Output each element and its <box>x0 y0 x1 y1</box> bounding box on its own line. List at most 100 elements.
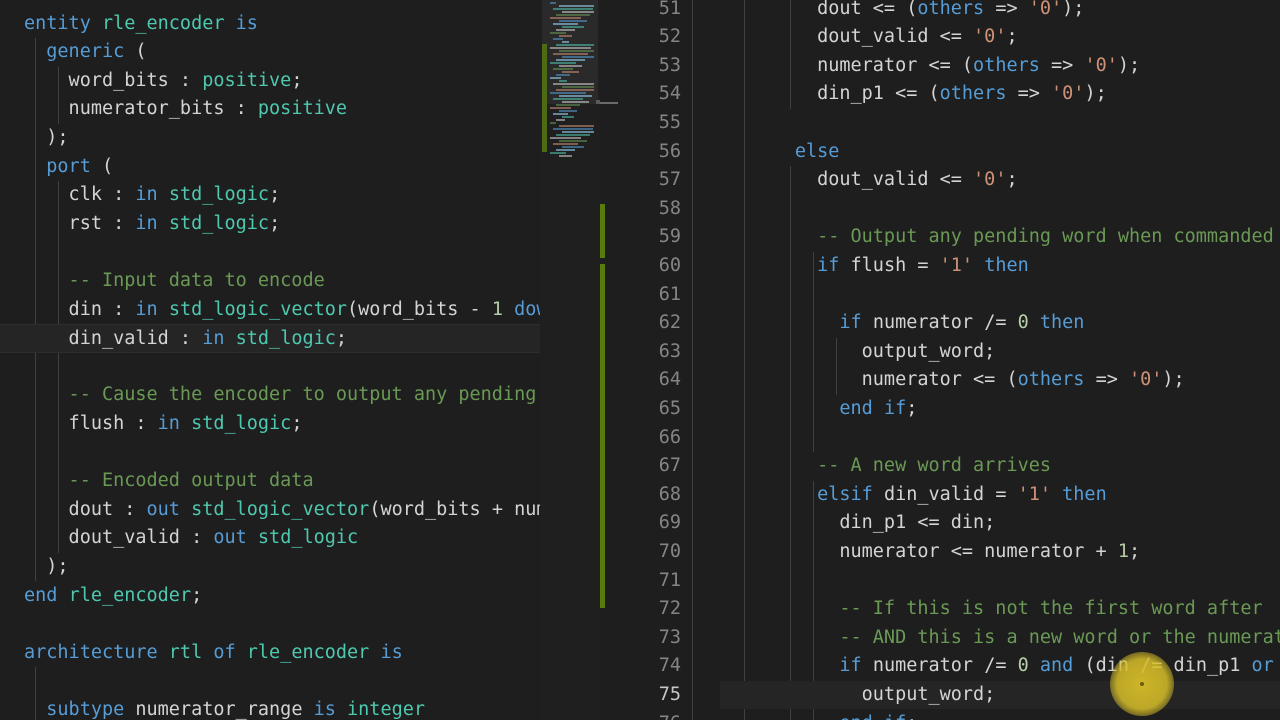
code-line[interactable]: din : in std_logic_vector(word_bits - 1 … <box>0 296 540 325</box>
line-number: 73 <box>658 626 681 648</box>
code-text: output_word; <box>728 338 996 367</box>
code-line[interactable]: 61 <box>620 281 1280 310</box>
code-line[interactable]: 70 numerator <= numerator + 1; <box>620 538 1280 567</box>
code-line[interactable]: 69 din_p1 <= din; <box>620 509 1280 538</box>
code-token: '0' <box>1051 83 1085 105</box>
code-token: ; <box>291 69 303 91</box>
code-token: => <box>1017 83 1052 105</box>
code-line[interactable]: dout_valid : out std_logic <box>0 524 540 553</box>
code-token: din_valid = <box>883 483 1018 505</box>
left-pane-scrollbar[interactable] <box>600 0 620 720</box>
code-token: -- If this is not the first word after <box>728 598 1263 620</box>
code-line[interactable]: flush : in std_logic; <box>0 410 540 439</box>
code-token: architecture <box>24 641 169 663</box>
code-text: word_bits : positive; <box>24 67 303 96</box>
minimap-code-row <box>562 11 594 13</box>
code-text: output_word; <box>728 681 996 710</box>
minimap-code-row <box>562 131 594 133</box>
code-token: else <box>794 140 840 162</box>
code-text: -- Input data to encode <box>24 267 325 296</box>
code-line[interactable]: 55 <box>620 109 1280 138</box>
code-line[interactable]: 74 if numerator /= 0 and (din /= din_p1 … <box>620 652 1280 681</box>
code-token: others <box>973 54 1052 76</box>
code-line[interactable]: architecture rtl of rle_encoder is <box>0 639 540 668</box>
code-line[interactable]: generic ( <box>0 38 540 67</box>
minimap-code-row <box>553 98 583 100</box>
code-line[interactable]: numerator_bits : positive <box>0 95 540 124</box>
code-token: std_logic <box>168 212 270 234</box>
code-line[interactable]: 58 <box>620 195 1280 224</box>
code-line[interactable]: 62 if numerator /= 0 then <box>620 309 1280 338</box>
code-token: out <box>213 527 258 549</box>
code-line[interactable]: subtype numerator_range is integer <box>0 696 540 720</box>
code-token: integer <box>347 698 425 720</box>
code-line[interactable]: -- Encoded output data <box>0 467 540 496</box>
line-number: 74 <box>658 655 681 677</box>
code-line[interactable]: word_bits : positive; <box>0 67 540 96</box>
minimap-code-row <box>562 71 579 73</box>
code-line[interactable]: ); <box>0 553 540 582</box>
right-editor-pane[interactable]: 51 dout <= (others => '0'); 52 dout_valid… <box>620 0 1280 720</box>
code-token: ); <box>1084 83 1107 105</box>
code-token: and <box>1039 655 1085 677</box>
code-line[interactable]: ); <box>0 124 540 153</box>
code-line[interactable] <box>0 353 540 382</box>
line-number: 57 <box>658 169 681 191</box>
code-line[interactable]: -- Input data to encode <box>0 267 540 296</box>
code-line[interactable]: 66 <box>620 424 1280 453</box>
code-line[interactable]: port ( <box>0 153 540 182</box>
code-line[interactable]: 71 <box>620 567 1280 596</box>
code-line[interactable]: entity rle_encoder is <box>0 10 540 39</box>
current-line[interactable]: din_valid : in std_logic; <box>0 324 540 353</box>
line-number: 59 <box>658 226 681 248</box>
code-line[interactable]: 63 output_word; <box>620 338 1280 367</box>
code-line[interactable]: dout : out std_logic_vector(word_bits + … <box>0 496 540 525</box>
code-line[interactable]: rst : in std_logic; <box>0 210 540 239</box>
code-line[interactable]: 51 dout <= (others => '0'); <box>620 0 1280 23</box>
code-line[interactable]: end rle_encoder; <box>0 582 540 611</box>
left-editor-pane[interactable]: entity rle_encoder is generic ( word_bit… <box>0 0 540 720</box>
code-token: -- A new word arrives <box>728 455 1052 477</box>
code-line[interactable] <box>0 610 540 639</box>
code-line[interactable] <box>0 238 540 267</box>
code-line[interactable]: 67 -- A new word arrives <box>620 452 1280 481</box>
code-line[interactable]: 68 elsif din_valid = '1' then <box>620 481 1280 510</box>
code-line[interactable]: 76 end if; <box>620 710 1280 720</box>
code-text: din_p1 <= (others => '0'); <box>728 80 1107 109</box>
code-line[interactable]: -- Cause the encoder to output any pendi… <box>0 381 540 410</box>
code-line[interactable]: 65 end if; <box>620 395 1280 424</box>
line-number: 68 <box>658 483 681 505</box>
code-line[interactable]: 57 dout_valid <= '0'; <box>620 166 1280 195</box>
code-line[interactable]: 52 dout_valid <= '0'; <box>620 23 1280 52</box>
code-line[interactable] <box>0 667 540 696</box>
code-token: numerator <= numerator + <box>728 540 1118 562</box>
code-text: -- Output any pending word when commande… <box>728 223 1274 252</box>
code-line[interactable] <box>0 439 540 468</box>
code-token: std_logic <box>235 328 336 350</box>
code-token: -- Output any pending word when commande… <box>728 226 1274 248</box>
code-line[interactable]: 54 din_p1 <= (others => '0'); <box>620 80 1280 109</box>
minimap-code-row <box>556 14 590 16</box>
code-text: -- Cause the encoder to output any pendi… <box>24 381 540 410</box>
code-line[interactable]: 64 numerator <= (others => '0'); <box>620 366 1280 395</box>
code-line[interactable]: clk : in std_logic; <box>0 181 540 210</box>
code-line[interactable]: 53 numerator <= (others => '0'); <box>620 52 1280 81</box>
line-number: 69 <box>658 512 681 534</box>
code-line[interactable]: 60 if flush = '1' then <box>620 252 1280 281</box>
line-number: 61 <box>658 283 681 305</box>
code-line[interactable]: 73 -- AND this is a new word or the nume… <box>620 624 1280 653</box>
code-token: in <box>135 184 169 206</box>
code-line[interactable]: 59 -- Output any pending word when comma… <box>620 223 1280 252</box>
code-text: port ( <box>24 153 113 182</box>
code-token: if <box>817 254 851 276</box>
code-token: dout_valid : <box>24 527 214 549</box>
minimap[interactable] <box>540 0 600 720</box>
code-line[interactable]: 72 -- If this is not the first word afte… <box>620 595 1280 624</box>
line-number: 53 <box>658 54 681 76</box>
code-line[interactable]: 56 else <box>620 138 1280 167</box>
current-line[interactable]: 75 output_word; <box>659 680 1280 710</box>
code-text: din_valid : in std_logic; <box>24 325 347 354</box>
code-token: std_logic <box>191 412 292 434</box>
